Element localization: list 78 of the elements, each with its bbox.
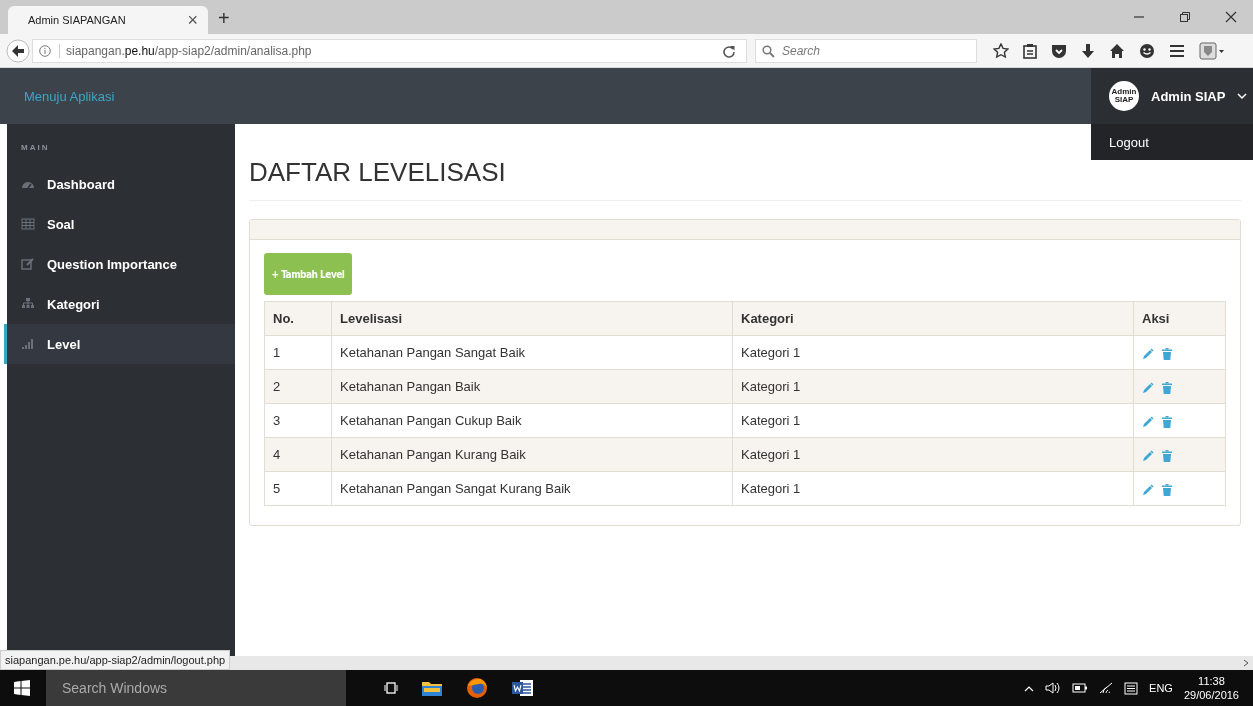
task-view-icon[interactable] [384,682,398,694]
trash-icon[interactable] [1162,415,1172,428]
brand-link[interactable]: Menuju Aplikasi [24,88,115,104]
sidebar-item[interactable]: Soal [4,204,235,244]
hierarchy-icon [21,297,35,311]
table-cell: Ketahanan Pangan Cukup Baik [331,403,733,438]
pocket-icon[interactable] [1051,42,1067,59]
scroll-right-icon[interactable] [1243,659,1249,667]
folder-icon[interactable] [422,680,442,696]
clock-date[interactable]: 29/06/2016 [1183,688,1239,702]
table-cell: Kategori 1 [732,335,1134,370]
download-icon[interactable] [1081,42,1095,59]
column-header: Levelisasi [331,301,733,336]
search-icon [762,44,775,58]
language-indicator[interactable]: ENG [1149,682,1173,694]
table-cell: Ketahanan Pangan Kurang Baik [331,437,733,472]
info-icon [39,44,51,57]
column-header: No. [264,301,332,336]
document-app-icon[interactable] [512,679,534,697]
table-icon [21,217,35,231]
table-cell: Ketahanan Pangan Sangat Baik [331,335,733,370]
table-cell: Kategori 1 [732,369,1134,404]
back-icon[interactable] [6,38,30,63]
wifi-icon[interactable] [1099,682,1114,694]
table-cell: Kategori 1 [732,437,1134,472]
table-cell: Kategori 1 [732,403,1134,438]
column-header: Kategori [732,301,1134,336]
trash-icon[interactable] [1162,483,1172,496]
page-title: DAFTAR LEVELISASI [249,157,1241,201]
shield-extension-icon[interactable] [1199,41,1225,60]
user-menu[interactable]: Admin SIAP Admin SIAP [1091,68,1253,124]
sidebar-item[interactable]: Dashboard [4,164,235,204]
table-cell: Kategori 1 [732,471,1134,506]
close-tab-button[interactable]: × [187,9,198,31]
table-cell: 2 [264,369,332,404]
smiley-icon[interactable] [1139,42,1155,59]
trash-icon[interactable] [1162,347,1172,360]
windows-start-icon[interactable] [14,680,30,696]
browser-tab[interactable]: Admin SIAPANGAN × [8,6,208,34]
reload-icon[interactable] [722,43,736,58]
taskbar-search-field[interactable]: Search Windows [46,670,346,706]
tab-title: Admin SIAPANGAN [28,14,126,26]
table-cell: 4 [264,437,332,472]
menu-icon[interactable] [1169,43,1185,58]
close-icon[interactable] [1225,11,1237,23]
search-field[interactable]: Search [755,38,977,63]
sidebar-item[interactable]: Question Importance [4,244,235,284]
notification-icon[interactable] [1124,681,1139,695]
table-cell: Ketahanan Pangan Sangat Kurang Baik [331,471,733,506]
battery-icon[interactable] [1072,683,1089,693]
star-icon[interactable] [993,42,1009,59]
new-tab-button[interactable]: + [218,7,230,30]
url-text: siapangan.pe.hu/app-siap2/admin/analisa.php [59,43,312,58]
speaker-icon[interactable] [1045,682,1062,694]
section-label: MAIN [20,142,51,154]
sidebar-item[interactable]: Level [4,324,235,364]
menu-item[interactable]: Logout [1109,134,1149,150]
address-bar[interactable]: siapangan.pe.hu/app-siap2/admin/analisa.php [32,38,747,63]
table-cell: Ketahanan Pangan Baik [331,369,733,404]
pencil-icon[interactable] [1142,483,1154,496]
restore-icon[interactable] [1179,11,1191,23]
caret-up-icon[interactable] [1024,684,1035,692]
home-icon[interactable] [1109,42,1125,59]
edit-icon [21,257,35,271]
signal-bars-icon [21,337,35,351]
chevron-down-icon [1237,92,1248,100]
browser-globe-icon[interactable] [466,677,488,699]
pencil-icon[interactable] [1142,415,1154,428]
sidebar-item[interactable]: Kategori [4,284,235,324]
column-header: Aksi [1133,301,1226,336]
table-cell: 1 [264,335,332,370]
clipboard-icon[interactable] [1023,42,1037,59]
table-cell: 5 [264,471,332,506]
status-url: siapangan.pe.hu/app-siap2/admin/logout.php [0,650,231,670]
table-cell: 3 [264,403,332,438]
clock-time[interactable]: 11:38 [1198,674,1225,688]
pencil-icon[interactable] [1142,347,1154,360]
avatar: Admin SIAP [1109,81,1139,111]
